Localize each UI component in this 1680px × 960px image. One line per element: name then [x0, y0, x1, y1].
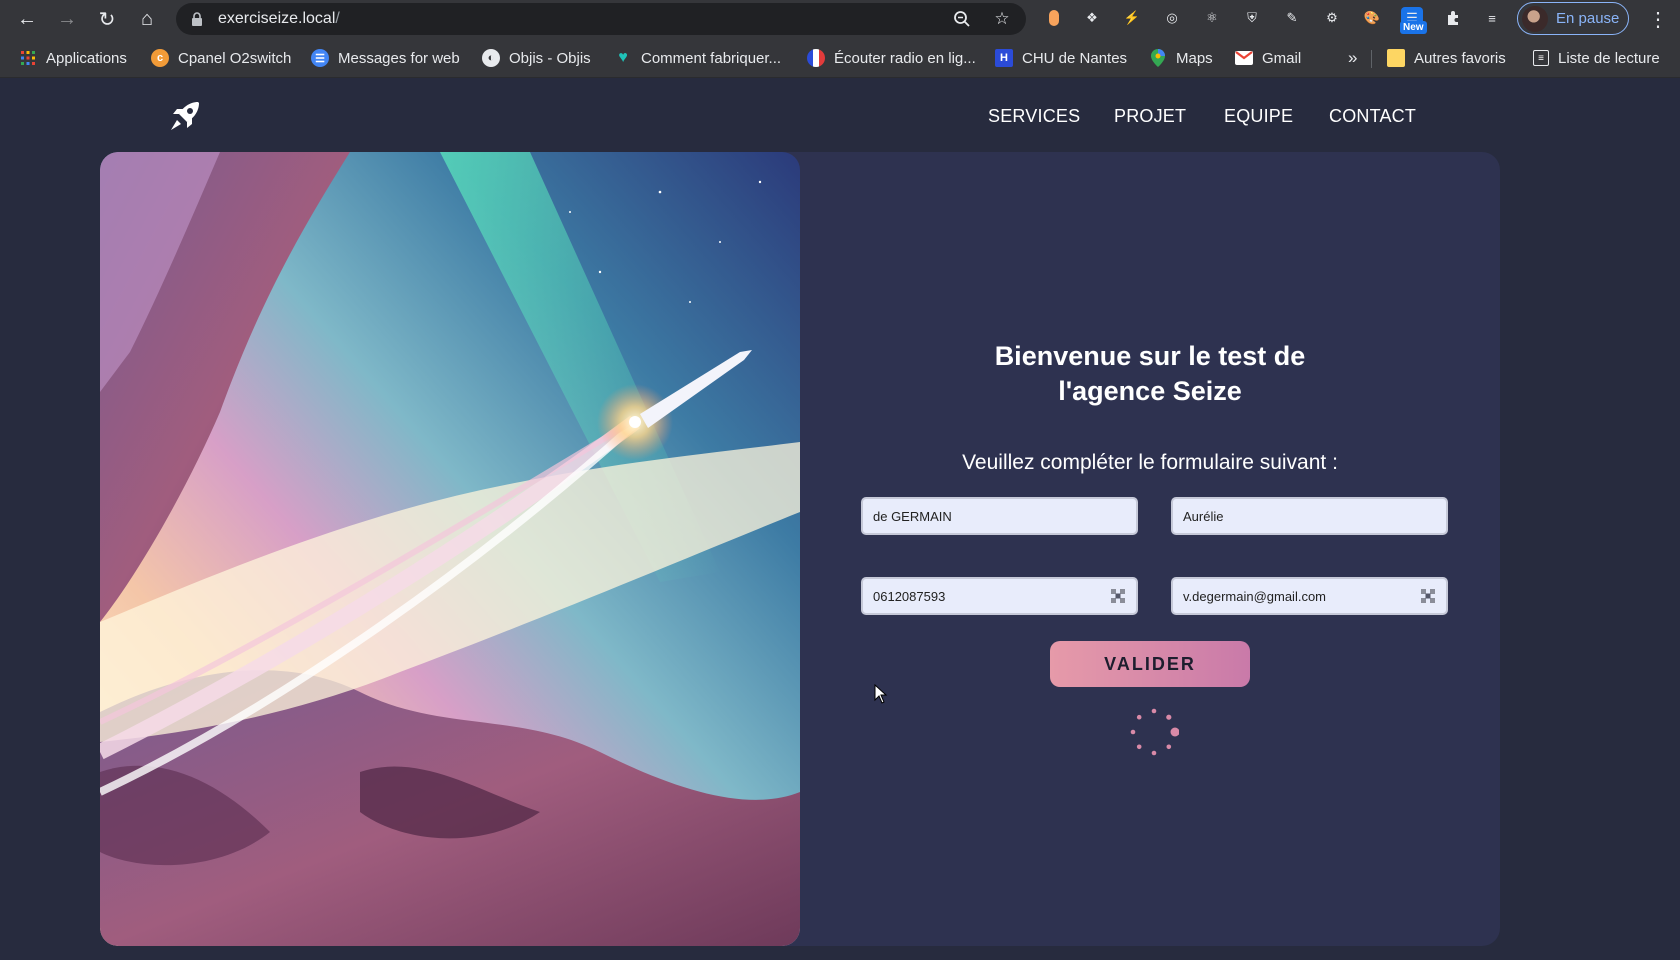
reading-list-icon: ≡ [1533, 50, 1549, 66]
form-instructions: Veuillez compléter le formulaire suivant… [962, 451, 1338, 474]
bookmark-label: CHU de Nantes [1022, 49, 1128, 67]
extension-react-icon[interactable]: ⚛ [1201, 7, 1223, 29]
bookmark-radio[interactable]: Écouter radio en lig... [807, 38, 976, 78]
bookmark-gmail[interactable]: Gmail [1235, 38, 1301, 78]
nav-services[interactable]: SERVICES [988, 79, 1080, 153]
apps-grid-icon [19, 49, 37, 67]
home-icon[interactable]: ⌂ [127, 0, 167, 38]
email-input[interactable] [1171, 577, 1448, 615]
extension-gear-icon[interactable]: ⚙ [1321, 7, 1343, 29]
reading-list-button[interactable]: ≡ Liste de lecture [1533, 38, 1660, 78]
address-bar[interactable]: exerciseize.local/ ☆ [176, 3, 1026, 35]
browser-toolbar: ← → ↻ ⌂ exerciseize.local/ ☆ ❖ ⚡ ◎ ⚛ ⛨ ✎… [0, 0, 1680, 38]
extension-bolt-icon[interactable]: ⚡ [1121, 7, 1143, 29]
bookmark-label: Messages for web [338, 49, 460, 67]
bookmark-comment-fabriquer[interactable]: ♥ Comment fabriquer... [614, 38, 781, 78]
overflow-label: » [1348, 48, 1358, 67]
nav-equipe[interactable]: EQUIPE [1224, 79, 1293, 153]
globe-icon: ◐ [482, 49, 500, 67]
first-name-input[interactable] [1171, 497, 1448, 535]
nav-projet[interactable]: PROJET [1114, 79, 1186, 153]
browser-menu-icon[interactable]: ⋮ [1643, 0, 1673, 38]
bookmark-label: Comment fabriquer... [641, 49, 782, 67]
media-control-icon[interactable]: ≡ [1481, 7, 1503, 29]
profile-label: En pause [1556, 10, 1620, 27]
bookmarks-bar: Applications c Cpanel O2switch ☰ Message… [0, 38, 1680, 78]
last-name-input[interactable] [861, 497, 1138, 535]
folder-icon [1387, 49, 1405, 67]
bookmark-label: Cpanel O2switch [178, 49, 292, 67]
extensions-puzzle-icon[interactable] [1443, 7, 1465, 29]
cpanel-icon: c [151, 49, 169, 67]
hero-card: Bienvenue sur le test de l'agence Seize … [100, 152, 1500, 946]
back-arrow-icon[interactable]: ← [7, 0, 47, 38]
bookmark-label: Liste de lecture [1558, 49, 1660, 67]
url-path: / [335, 10, 340, 27]
bookmarks-divider [1371, 50, 1372, 68]
new-badge: New [1400, 21, 1427, 34]
bookmark-label: Gmail [1262, 49, 1302, 67]
heart-icon: ♥ [618, 49, 628, 66]
forward-arrow-icon[interactable]: → [47, 0, 87, 38]
radio-france-icon [807, 49, 825, 67]
extension-orange-icon[interactable] [1043, 7, 1065, 29]
extension-pen-icon[interactable]: ✎ [1281, 7, 1303, 29]
reload-icon[interactable]: ↻ [87, 0, 127, 38]
bookmark-label: Objis - Objis [509, 49, 591, 67]
url-host: exerciseize.local [218, 10, 336, 27]
extension-shield-icon[interactable]: ⛨ [1241, 7, 1263, 29]
bookmark-objis[interactable]: ◐ Objis - Objis [482, 38, 591, 78]
extension-target-icon[interactable]: ◎ [1161, 7, 1183, 29]
url-text: exerciseize.local/ [218, 10, 340, 28]
bookmark-label: Autres favoris [1414, 49, 1506, 67]
bookmark-label: Écouter radio en lig... [834, 49, 976, 67]
zoom-icon[interactable] [952, 9, 972, 29]
lock-icon [190, 11, 204, 27]
extension-puzzle-dots-icon[interactable]: ❖ [1081, 7, 1103, 29]
profile-button[interactable]: En pause [1517, 2, 1629, 35]
loading-spinner-icon [1130, 708, 1179, 756]
bookmark-applications[interactable]: Applications [19, 38, 127, 78]
mouse-cursor-icon [874, 684, 888, 704]
extension-palette-icon[interactable]: 🎨 [1361, 7, 1383, 29]
rocket-logo-icon[interactable] [168, 99, 202, 133]
title-line-1: Bienvenue sur le test de [994, 341, 1306, 371]
hospital-icon: H [995, 49, 1013, 67]
autofill-key-icon[interactable] [1420, 588, 1436, 604]
bookmark-other-favorites[interactable]: Autres favoris [1387, 38, 1506, 78]
bookmark-chu-nantes[interactable]: H CHU de Nantes [995, 38, 1127, 78]
bookmark-maps[interactable]: Maps [1149, 38, 1213, 78]
avatar [1522, 5, 1548, 32]
bookmark-label: Applications [46, 49, 127, 67]
nav-contact[interactable]: CONTACT [1329, 79, 1416, 153]
phone-input[interactable] [861, 577, 1138, 615]
bookmark-messages[interactable]: ☰ Messages for web [311, 38, 460, 78]
maps-pin-icon [1149, 49, 1167, 67]
messages-icon: ☰ [311, 49, 329, 67]
title-line-2: l'agence Seize [1058, 376, 1242, 406]
page-title: Bienvenue sur le test de l'agence Seize [850, 339, 1450, 409]
autofill-key-icon[interactable] [1110, 588, 1126, 604]
rocket-illustration [100, 152, 800, 946]
bookmarks-overflow-button[interactable]: » [1348, 38, 1357, 78]
site-header: SERVICES PROJET EQUIPE CONTACT [0, 79, 1680, 153]
bookmark-star-icon[interactable]: ☆ [992, 9, 1012, 29]
gmail-icon [1235, 49, 1253, 67]
bookmark-cpanel[interactable]: c Cpanel O2switch [151, 38, 291, 78]
bookmark-label: Maps [1176, 49, 1213, 67]
submit-button[interactable]: VALIDER [1050, 641, 1250, 687]
